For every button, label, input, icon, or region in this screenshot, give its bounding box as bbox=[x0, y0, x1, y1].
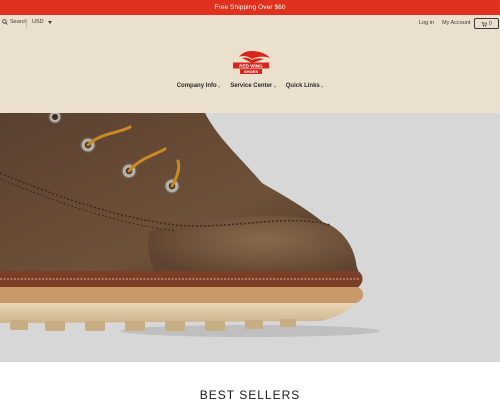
currency-selector[interactable]: USD bbox=[32, 19, 52, 25]
nav-quick-links[interactable]: Quick Links bbox=[286, 83, 324, 89]
svg-text:SHOES: SHOES bbox=[244, 69, 258, 74]
cart-icon bbox=[481, 21, 488, 27]
section-title: BEST SELLERS bbox=[199, 388, 301, 402]
nav-label: Quick Links bbox=[285, 83, 320, 89]
boot-image bbox=[0, 113, 380, 337]
brand-logo[interactable]: RED WING SHOES bbox=[230, 50, 272, 76]
nav-label: Service Center bbox=[230, 83, 273, 89]
red-wing-logo: RED WING SHOES bbox=[233, 51, 270, 74]
chevron-down-icon bbox=[47, 20, 52, 24]
site-header: Search USD Log in My Account 0 RED WING … bbox=[0, 15, 500, 113]
search-icon bbox=[2, 19, 8, 25]
nav-label: Company Info bbox=[176, 83, 217, 89]
svg-text:RED WING: RED WING bbox=[239, 63, 263, 68]
my-account-link[interactable]: My Account bbox=[442, 20, 470, 26]
login-link[interactable]: Log in bbox=[419, 20, 434, 26]
topbar-divider bbox=[26, 19, 27, 28]
cart-button[interactable]: 0 bbox=[474, 18, 499, 29]
chevron-down-icon bbox=[321, 85, 324, 88]
currency-value: USD bbox=[32, 19, 44, 25]
search-button[interactable]: Search bbox=[2, 19, 27, 25]
announcement-text: Free Shipping Over $60 bbox=[214, 4, 286, 11]
utility-bar: Search USD Log in My Account 0 bbox=[0, 15, 500, 32]
search-label: Search bbox=[10, 19, 28, 25]
main-navigation: Company Info Service Center Quick Links bbox=[0, 83, 500, 89]
chevron-down-icon bbox=[273, 85, 276, 88]
nav-service-center[interactable]: Service Center bbox=[230, 83, 276, 89]
chevron-down-icon bbox=[218, 85, 221, 88]
hero-banner[interactable] bbox=[0, 113, 500, 362]
cart-count: 0 bbox=[488, 20, 492, 27]
announcement-bar: Free Shipping Over $60 bbox=[0, 0, 500, 15]
nav-company-info[interactable]: Company Info bbox=[177, 83, 221, 89]
